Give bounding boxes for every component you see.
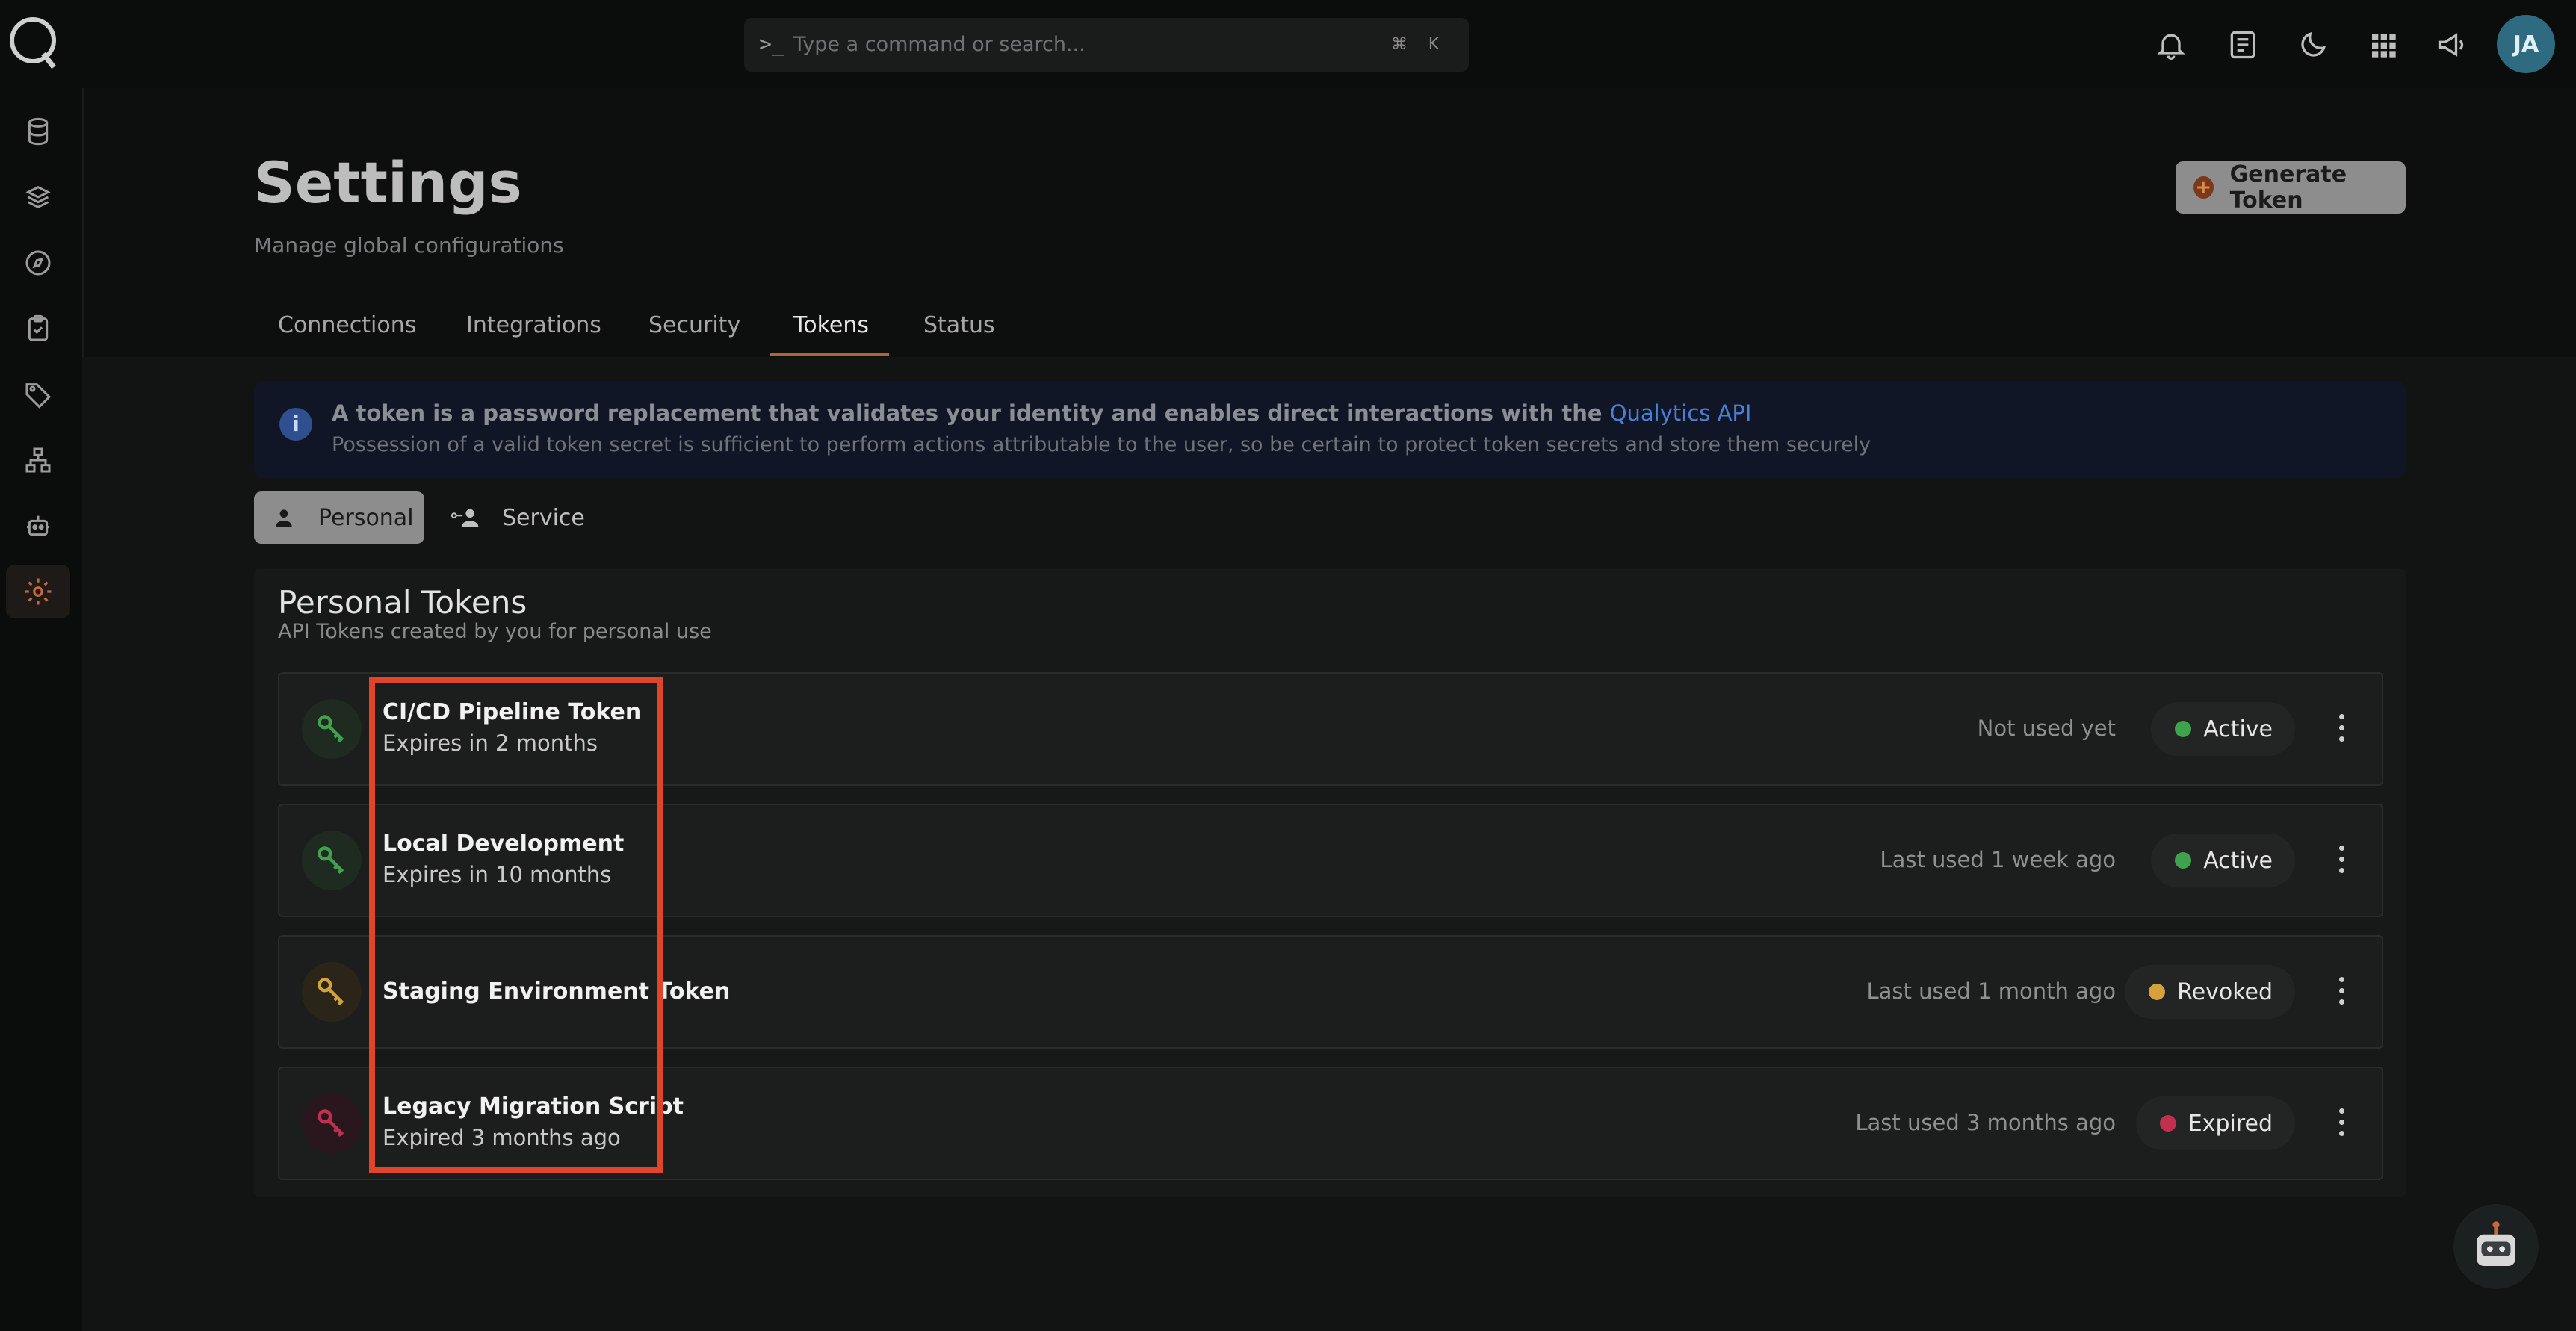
layers-icon[interactable] [6, 170, 70, 224]
panel-title: Personal Tokens [278, 584, 527, 621]
clipboard-check-icon[interactable] [6, 302, 70, 356]
tab-status[interactable]: Status [923, 312, 995, 338]
status-dot-icon [2175, 721, 2192, 737]
key-icon [302, 699, 362, 759]
key-icon [302, 1093, 362, 1153]
tab-tokens[interactable]: Tokens [793, 312, 869, 338]
apps-grid-icon[interactable] [2361, 22, 2406, 67]
more-options-icon[interactable] [2334, 843, 2349, 878]
token-last-used: Last used 1 month ago [1866, 978, 2116, 1004]
status-badge: Revoked [2125, 965, 2295, 1019]
settings-gear-icon[interactable] [6, 565, 70, 618]
tab-security[interactable]: Security [648, 312, 740, 338]
token-last-used: Not used yet [1977, 716, 2116, 741]
terminal-icon: >_ [759, 31, 784, 56]
active-tab-indicator [770, 353, 889, 356]
status-badge: Active [2151, 834, 2295, 887]
app-logo-icon[interactable] [7, 12, 60, 72]
more-options-icon[interactable] [2334, 1105, 2349, 1141]
announcement-icon[interactable] [2430, 22, 2474, 67]
status-badge: Expired [2135, 1096, 2295, 1150]
person-icon [276, 509, 292, 527]
service-account-icon [451, 509, 479, 527]
status-dot-icon [2149, 984, 2166, 1000]
compass-icon[interactable] [6, 236, 70, 290]
tab-integrations[interactable]: Integrations [466, 312, 601, 338]
key-icon [302, 962, 362, 1022]
segment-service[interactable]: Service [448, 491, 585, 544]
status-dot-icon [2175, 852, 2192, 869]
info-icon: i [279, 408, 312, 441]
page-subtitle: Manage global configurations [254, 233, 564, 258]
info-banner: i A token is a password replacement that… [254, 381, 2406, 478]
dark-mode-icon[interactable] [2291, 22, 2335, 67]
shortcut-key: K [1428, 35, 1440, 54]
highlight-box [369, 677, 663, 1173]
notes-icon[interactable] [2220, 22, 2265, 67]
token-last-used: Last used 1 week ago [1880, 847, 2116, 872]
tag-icon[interactable] [6, 367, 70, 421]
command-search-input[interactable]: >_ Type a command or search... ⌘ K [744, 18, 1469, 72]
more-options-icon[interactable] [2334, 974, 2349, 1010]
command-key-icon: ⌘ [1391, 35, 1408, 54]
info-line-2: Possession of a valid token secret is su… [332, 433, 1871, 456]
status-badge: Active [2151, 702, 2295, 756]
key-icon [302, 831, 362, 890]
sidebar [0, 88, 84, 1331]
qualytics-api-link[interactable]: Qualytics API [1610, 400, 1752, 426]
generate-token-button[interactable]: + Generate Token [2176, 161, 2406, 214]
bell-icon[interactable] [2149, 22, 2193, 67]
tab-connections[interactable]: Connections [278, 312, 416, 338]
user-avatar[interactable]: JA [2497, 15, 2555, 73]
status-dot-icon [2159, 1115, 2176, 1132]
info-line-1: A token is a password replacement that v… [332, 400, 1752, 426]
assistant-robot-icon[interactable] [2453, 1204, 2539, 1289]
page-title: Settings [254, 149, 522, 216]
token-last-used: Last used 3 months ago [1855, 1110, 2116, 1135]
search-placeholder: Type a command or search... [793, 33, 1086, 56]
more-options-icon[interactable] [2334, 711, 2349, 747]
datastore-icon[interactable] [6, 105, 70, 158]
top-bar: >_ Type a command or search... ⌘ K JA [0, 0, 2576, 88]
plus-icon: + [2193, 176, 2214, 199]
robot-icon[interactable] [6, 499, 70, 553]
hierarchy-icon[interactable] [6, 433, 70, 487]
panel-subtitle: API Tokens created by you for personal u… [278, 620, 712, 643]
segment-personal[interactable]: Personal [254, 491, 424, 544]
generate-token-label: Generate Token [2229, 161, 2347, 214]
